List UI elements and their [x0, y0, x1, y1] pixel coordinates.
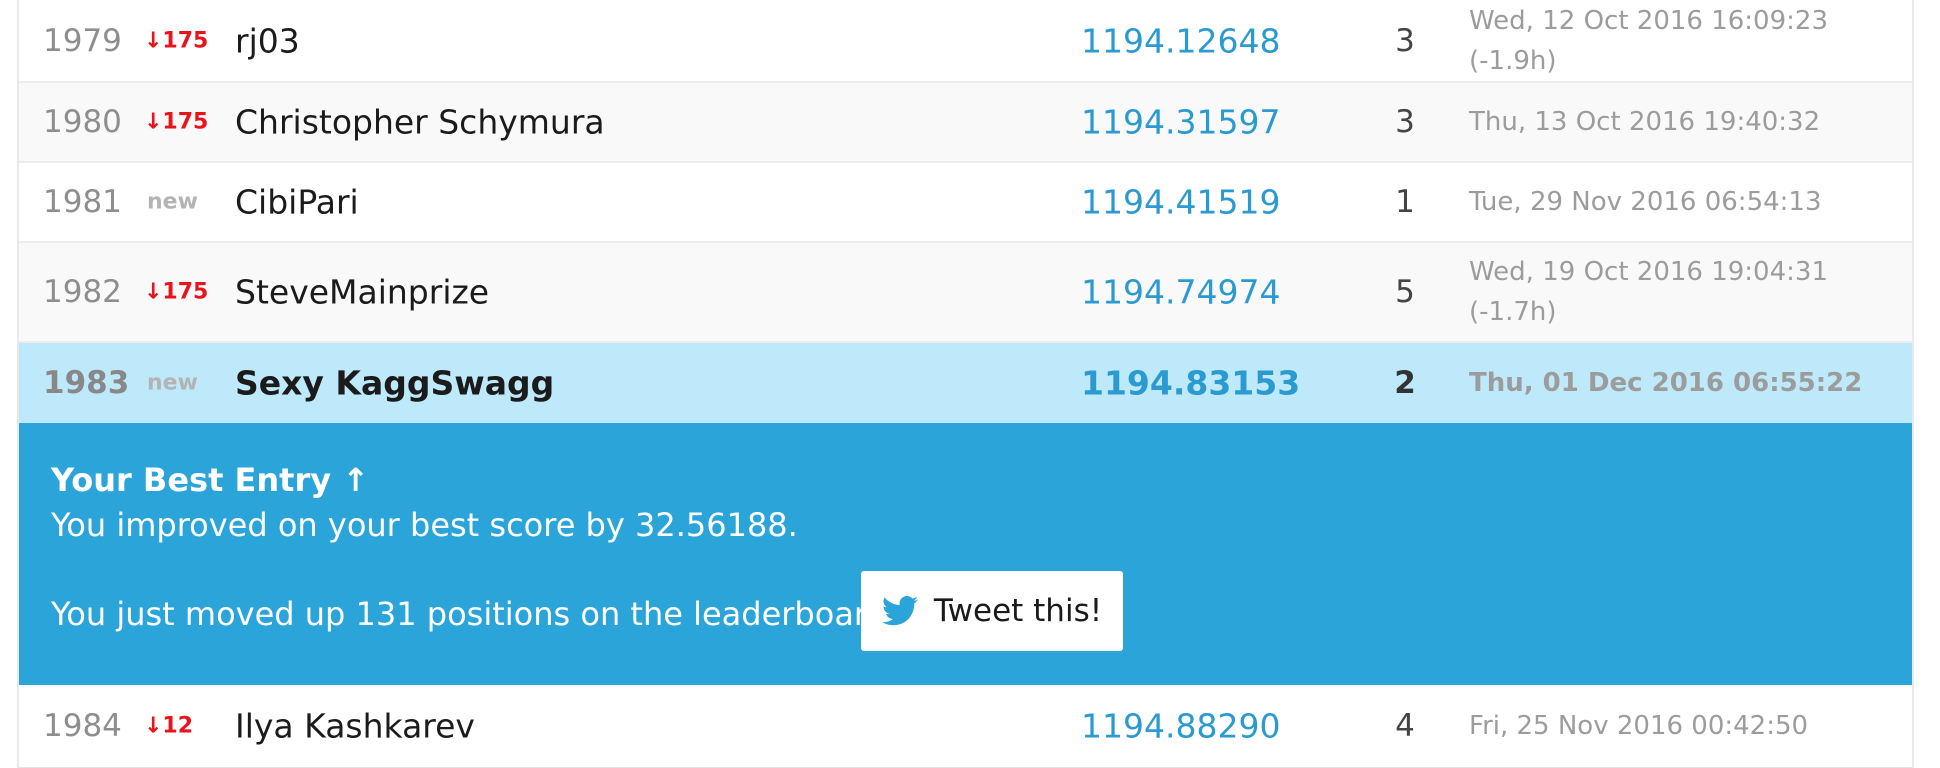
- score: 1194.83153: [1081, 363, 1301, 403]
- last-submission: Fri, 25 Nov 2016 00:42:50: [1469, 711, 1809, 741]
- rank-change-new: new: [147, 189, 198, 215]
- last-submission: Thu, 13 Oct 2016 19:40:32: [1469, 107, 1821, 137]
- leaderboard-row-current-user: 1983 new Sexy KaggSwagg 1194.83153 2 Thu…: [19, 343, 1912, 423]
- team-name[interactable]: SteveMainprize: [235, 273, 489, 312]
- rank-change: ↓175: [144, 279, 209, 305]
- rank: 1981: [43, 184, 122, 220]
- last-submission-date: Wed, 12 Oct 2016 16:09:23: [1469, 5, 1828, 36]
- rank: 1980: [43, 104, 122, 140]
- entries-count: 2: [1394, 365, 1416, 401]
- rank: 1979: [43, 22, 122, 59]
- score: 1194.88290: [1081, 706, 1281, 746]
- tweet-button[interactable]: Tweet this!: [861, 571, 1123, 651]
- team-name[interactable]: rj03: [235, 21, 300, 60]
- rank-change: ↓175: [144, 28, 209, 53]
- leaderboard-row: 1984 ↓12 Ilya Kashkarev 1194.88290 4 Fri…: [19, 685, 1912, 768]
- rank: 1983: [43, 365, 130, 401]
- banner-title: Your Best Entry ↑: [51, 461, 370, 499]
- last-submission-offset: (-1.7h): [1469, 297, 1557, 327]
- last-submission-date: Wed, 19 Oct 2016 19:04:31: [1469, 257, 1828, 287]
- tweet-button-label: Tweet this!: [933, 593, 1103, 629]
- entries-count: 3: [1395, 104, 1415, 140]
- team-name[interactable]: Sexy KaggSwagg: [235, 364, 554, 403]
- score: 1194.74974: [1081, 272, 1281, 312]
- leaderboard: 1979 ↓175 rj03 1194.12648 3 Wed, 12 Oct …: [17, 0, 1914, 768]
- rank-change: ↓12: [144, 713, 194, 739]
- last-submission: Wed, 12 Oct 2016 16:09:23 (-1.9h): [1469, 1, 1828, 81]
- entries-count: 5: [1395, 274, 1415, 310]
- last-submission: Tue, 29 Nov 2016 06:54:13: [1469, 187, 1822, 217]
- team-name[interactable]: Christopher Schymura: [235, 103, 605, 142]
- twitter-bird-icon: [881, 596, 918, 626]
- banner-position-text: You just moved up 131 positions on the l…: [51, 595, 897, 633]
- last-submission: Thu, 01 Dec 2016 06:55:22: [1469, 368, 1863, 398]
- entries-count: 4: [1395, 708, 1415, 744]
- rank: 1982: [43, 274, 122, 310]
- rank-change-new: new: [147, 370, 198, 396]
- rank-change: ↓175: [144, 109, 209, 135]
- score: 1194.12648: [1081, 21, 1281, 60]
- leaderboard-row: 1981 new CibiPari 1194.41519 1 Tue, 29 N…: [19, 163, 1912, 243]
- team-name[interactable]: Ilya Kashkarev: [235, 707, 475, 746]
- score: 1194.41519: [1081, 182, 1281, 222]
- entries-count: 3: [1395, 22, 1415, 59]
- banner-improvement-text: You improved on your best score by 32.56…: [51, 506, 798, 544]
- score: 1194.31597: [1081, 102, 1281, 142]
- leaderboard-row: 1979 ↓175 rj03 1194.12648 3 Wed, 12 Oct …: [19, 0, 1912, 83]
- leaderboard-row: 1982 ↓175 SteveMainprize 1194.74974 5 We…: [19, 243, 1912, 343]
- last-submission: Wed, 19 Oct 2016 19:04:31 (-1.7h): [1469, 252, 1828, 332]
- leaderboard-row: 1980 ↓175 Christopher Schymura 1194.3159…: [19, 83, 1912, 163]
- last-submission-offset: (-1.9h): [1469, 45, 1557, 76]
- best-entry-banner: Your Best Entry ↑ You improved on your b…: [19, 423, 1912, 685]
- rank: 1984: [43, 708, 122, 744]
- entries-count: 1: [1395, 184, 1415, 220]
- team-name[interactable]: CibiPari: [235, 183, 359, 222]
